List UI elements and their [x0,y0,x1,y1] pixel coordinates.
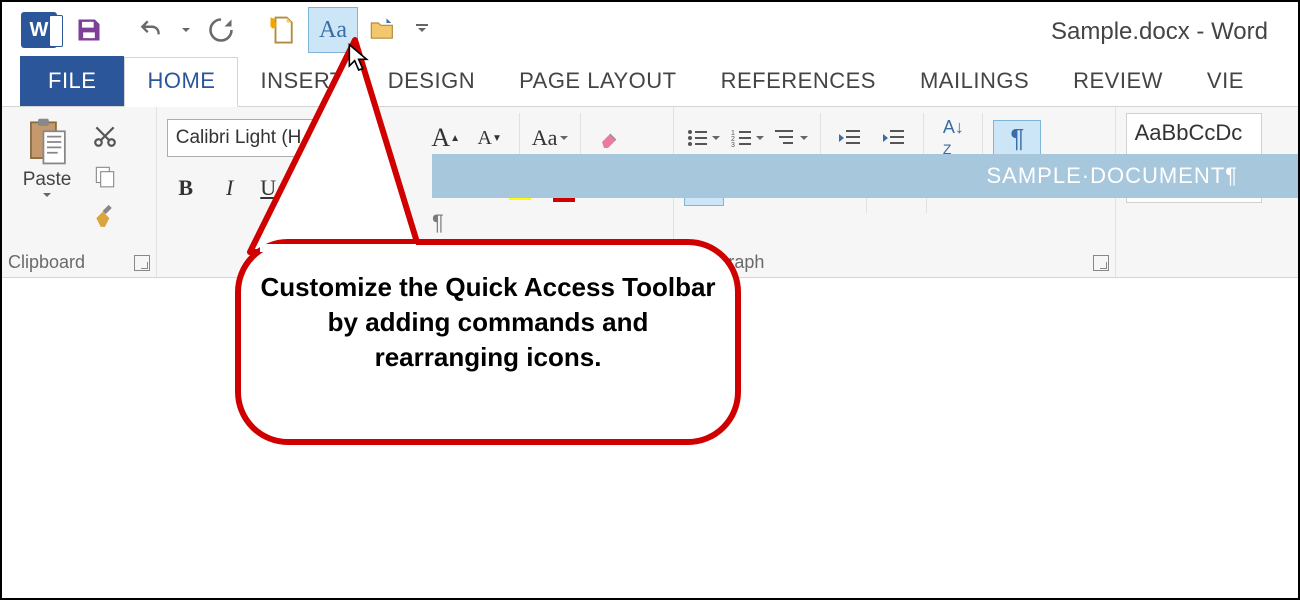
decrease-indent-icon [838,128,862,148]
word-app-icon[interactable] [14,7,64,53]
multilevel-list-button[interactable] [772,121,810,155]
tab-references[interactable]: REFERENCES [699,58,898,106]
cut-button[interactable] [86,119,124,153]
paintbrush-icon [92,203,118,229]
ribbon-tabs: FILE HOME INSERT DESIGN PAGE LAYOUT REFE… [2,58,1298,107]
number-list-icon: 123 [731,128,753,148]
tab-design[interactable]: DESIGN [366,58,497,106]
copy-icon [92,163,118,189]
bullets-button[interactable] [684,121,722,155]
sort-button[interactable]: A↓Z [934,121,972,155]
group-clipboard: Paste Clipboard [2,107,157,277]
shrink-font-button[interactable]: A▼ [471,121,509,155]
change-case-icon: Aa [319,17,347,44]
tab-mailings[interactable]: MAILINGS [898,58,1051,106]
clear-formatting-button[interactable] [591,121,629,155]
chevron-down-icon [182,28,190,36]
italic-button[interactable]: I [211,171,249,205]
new-document-button[interactable] [258,7,308,53]
font-name-combo[interactable]: Calibri Light (H [167,119,355,157]
customize-icon [416,24,428,36]
chevron-down-icon [43,193,51,201]
multilevel-list-icon [775,128,797,148]
word-window: Aa Sample.docx - Word FILE HOME INSERT D… [0,0,1300,600]
word-logo-icon [21,12,57,48]
paragraph-group-label: Paragraph [674,252,1114,273]
format-painter-button[interactable] [86,199,124,233]
strikethrough-button[interactable]: abc [299,171,337,205]
tab-view[interactable]: VIE [1185,58,1266,106]
grow-font-button[interactable]: A▲ [427,121,465,155]
tab-insert[interactable]: INSERT [238,58,365,106]
style-sample: AaBbCcDc [1135,120,1253,146]
repeat-button[interactable] [196,7,246,53]
scissors-icon [92,123,118,149]
new-doc-icon [268,15,298,45]
bold-button[interactable]: B [167,171,205,205]
redo-icon [207,16,235,44]
undo-dropdown[interactable] [176,7,196,53]
undo-button[interactable] [126,7,176,53]
save-icon [75,16,103,44]
change-case-button[interactable]: Aa [530,121,571,155]
document-heading[interactable]: Section·1¶ [432,270,603,312]
paragraph-dialog-launcher[interactable] [1093,255,1109,271]
decrease-indent-button[interactable] [831,121,869,155]
tab-file[interactable]: FILE [20,56,124,106]
clipboard-dialog-launcher[interactable] [134,255,150,271]
copy-button[interactable] [86,159,124,193]
sort-icon: A↓Z [943,117,964,159]
folder-open-icon [367,16,399,44]
bullet-list-icon [687,128,709,148]
increase-indent-button[interactable] [875,121,913,155]
tab-review[interactable]: REVIEW [1051,58,1185,106]
pilcrow-icon: ¶ [1010,123,1024,154]
clipboard-paste-icon [25,117,69,167]
paragraph-mark: ¶ [432,210,444,236]
save-button[interactable] [64,7,114,53]
paste-button[interactable]: Paste [12,113,82,233]
eraser-icon [596,126,624,150]
change-case-qat-button[interactable]: Aa [308,7,358,53]
customize-qat-dropdown[interactable] [408,7,436,53]
paste-label: Paste [23,169,72,191]
heading-bullet-mark [415,288,421,294]
document-title-band: SAMPLE·DOCUMENT¶ [432,154,1298,198]
open-button[interactable] [358,7,408,53]
show-hide-pilcrow-button[interactable]: ¶ [993,120,1041,156]
svg-text:3: 3 [731,142,735,148]
underline-button[interactable]: U [255,171,293,205]
undo-icon [136,17,166,43]
tab-home[interactable]: HOME [124,57,238,107]
increase-indent-icon [882,128,906,148]
subscript-button[interactable]: x2 [343,171,381,205]
numbering-button[interactable]: 123 [728,121,766,155]
text-cursor [428,272,430,314]
clipboard-group-label: Clipboard [2,252,156,273]
window-title: Sample.docx - Word [1051,18,1268,46]
tab-page-layout[interactable]: PAGE LAYOUT [497,58,699,106]
